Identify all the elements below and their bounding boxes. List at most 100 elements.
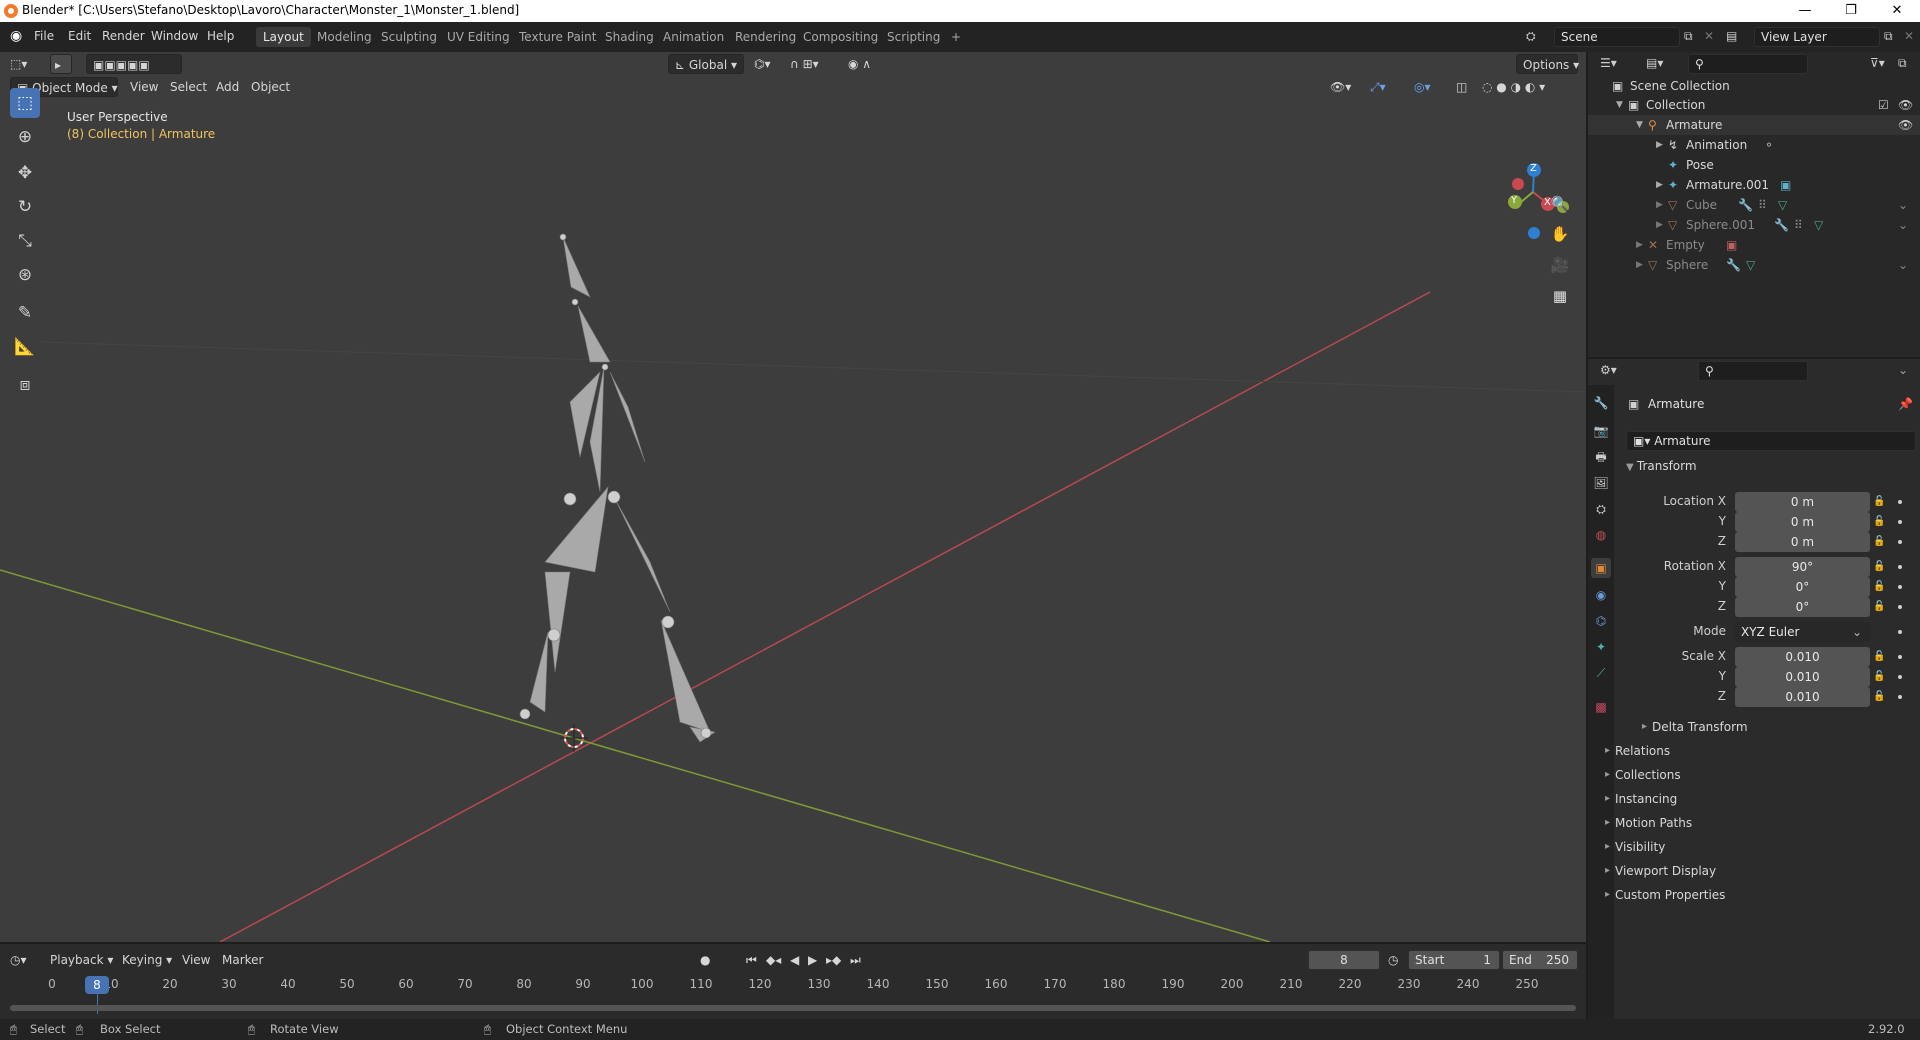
- keyframe-dot-icon[interactable]: [1898, 675, 1902, 679]
- record-keyframe-icon[interactable]: ●: [700, 950, 710, 970]
- eye-icon[interactable]: 👁: [1898, 115, 1913, 135]
- keyframe-dot-icon[interactable]: [1898, 585, 1902, 589]
- expand-arrow-icon[interactable]: ▶: [1636, 255, 1643, 275]
- lock-icon[interactable]: 🔓: [1873, 516, 1885, 528]
- expand-arrow-icon[interactable]: ▶: [1656, 215, 1663, 235]
- tab-compositing[interactable]: Compositing: [796, 27, 885, 47]
- new-view-layer-icon[interactable]: ⧉: [1884, 29, 1893, 44]
- outliner-row-empty[interactable]: ▶ ✕ Empty ▣: [1588, 235, 1920, 255]
- xray-toggle-button[interactable]: ◫: [1456, 77, 1476, 97]
- outliner-row-armature-001[interactable]: ▶ ✦ Armature.001 ▣: [1588, 175, 1920, 195]
- viewport-menu-select[interactable]: Select: [170, 77, 207, 97]
- relations-panel[interactable]: Relations: [1605, 740, 1915, 762]
- motion-paths-panel[interactable]: Motion Paths: [1605, 812, 1915, 834]
- world-tab-icon[interactable]: ◍: [1591, 525, 1611, 545]
- view-layer-tab-icon[interactable]: 🖼: [1591, 473, 1611, 493]
- chevron-down-icon[interactable]: ⌄: [1898, 363, 1908, 377]
- gizmo-toggle-button[interactable]: ⤢▾: [1370, 77, 1404, 97]
- cursor-icon[interactable]: ⊕: [10, 122, 40, 152]
- scale-x-field[interactable]: 0.010: [1735, 647, 1870, 667]
- texture-tab-icon[interactable]: ▩: [1591, 697, 1611, 717]
- delete-scene-icon[interactable]: ✕: [1704, 29, 1714, 43]
- menu-file[interactable]: File: [34, 29, 54, 43]
- bone-tab-icon[interactable]: ⟋: [1591, 663, 1611, 683]
- tab-rendering[interactable]: Rendering: [728, 27, 803, 47]
- expand-arrow-icon[interactable]: ▶: [1656, 195, 1663, 215]
- play-reverse-icon[interactable]: ◀: [790, 950, 799, 970]
- zoom-icon[interactable]: 🔍: [1546, 190, 1574, 218]
- menu-window[interactable]: Window: [151, 29, 198, 43]
- timeline-menu-marker[interactable]: Marker: [222, 950, 263, 970]
- lock-icon[interactable]: 🔓: [1873, 671, 1885, 683]
- scale-y-field[interactable]: 0.010: [1735, 667, 1870, 687]
- visibility-panel[interactable]: Visibility: [1605, 836, 1915, 858]
- scale-icon[interactable]: ⤡: [10, 226, 40, 256]
- move-icon[interactable]: ✥: [10, 158, 40, 188]
- editor-type-button[interactable]: ⬚▾: [10, 54, 40, 74]
- timeline-scrollbar[interactable]: [10, 1005, 1576, 1011]
- custom-properties-panel[interactable]: Custom Properties: [1605, 884, 1915, 906]
- transform-orientation-dropdown[interactable]: ⊾ Global ▾: [668, 54, 744, 74]
- display-mode-icon[interactable]: ▤▾: [1646, 56, 1663, 70]
- jump-end-icon[interactable]: ⏭: [850, 950, 861, 970]
- lock-icon[interactable]: 🔓: [1873, 581, 1885, 593]
- location-z-field[interactable]: 0 m: [1735, 532, 1870, 552]
- rotate-icon[interactable]: ↻: [10, 192, 40, 222]
- viewport-menu-add[interactable]: Add: [216, 77, 239, 97]
- outliner-editor-icon[interactable]: ☰▾: [1600, 56, 1617, 70]
- properties-search-input[interactable]: ⚲: [1698, 361, 1808, 381]
- viewport-display-panel[interactable]: Viewport Display: [1605, 860, 1915, 882]
- delta-transform-subpanel[interactable]: Delta Transform: [1642, 716, 1920, 738]
- delete-view-layer-icon[interactable]: ✕: [1904, 29, 1914, 43]
- expand-arrow-icon[interactable]: ▼: [1616, 95, 1623, 115]
- maximize-button[interactable]: ❐: [1828, 0, 1874, 22]
- chevron-down-icon[interactable]: ⌄: [1898, 255, 1908, 275]
- object-name-field[interactable]: ▣▾ Armature: [1626, 431, 1916, 451]
- tab-uv-editing[interactable]: UV Editing: [440, 27, 517, 47]
- outliner-row-collection[interactable]: ▼ ▣ Collection ☑ 👁: [1588, 95, 1920, 115]
- ortho-grid-icon[interactable]: ▦: [1546, 282, 1574, 310]
- transform-panel-header[interactable]: ▼ Transform: [1626, 459, 1697, 473]
- overlays-toggle-button[interactable]: ◎▾: [1414, 77, 1448, 97]
- viewport-menu-object[interactable]: Object: [251, 77, 290, 97]
- tab-sculpting[interactable]: Sculpting: [374, 27, 444, 47]
- outliner-search-input[interactable]: ⚲: [1688, 54, 1808, 74]
- tab-modeling[interactable]: Modeling: [310, 27, 379, 47]
- new-scene-icon[interactable]: ⧉: [1684, 29, 1693, 44]
- next-keyframe-icon[interactable]: ▸◆: [826, 950, 841, 970]
- keyframe-dot-icon[interactable]: [1898, 540, 1902, 544]
- lock-icon[interactable]: 🔓: [1873, 561, 1885, 573]
- expand-arrow-icon[interactable]: ▶: [1636, 235, 1643, 255]
- timeline-editor-icon[interactable]: ◷▾: [10, 950, 40, 970]
- keyframe-dot-icon[interactable]: [1898, 630, 1902, 634]
- outliner-row-sphere-001[interactable]: ▶ ▽ Sphere.001 🔧 ⠿ ▽ ⌄: [1588, 215, 1920, 235]
- keyframe-dot-icon[interactable]: [1898, 520, 1902, 524]
- camera-view-icon[interactable]: 🎥: [1546, 251, 1574, 279]
- tool-tab-icon[interactable]: 🔧: [1591, 393, 1611, 413]
- physics-tab-icon[interactable]: ⌬: [1591, 611, 1611, 631]
- expand-arrow-icon[interactable]: ▶: [1656, 175, 1663, 195]
- view-layer-selector[interactable]: View Layer: [1754, 27, 1880, 47]
- pan-hand-icon[interactable]: ✋: [1546, 220, 1574, 248]
- prev-keyframe-icon[interactable]: ◆◂: [766, 950, 781, 970]
- armature-data-tab-icon[interactable]: ✦: [1591, 637, 1611, 657]
- output-tab-icon[interactable]: 🖶: [1591, 447, 1611, 467]
- timeline-menu-view[interactable]: View: [182, 950, 210, 970]
- rotation-x-field[interactable]: 90°: [1735, 557, 1870, 577]
- select-box-icon[interactable]: ⬚: [10, 88, 40, 118]
- lock-icon[interactable]: 🔓: [1873, 651, 1885, 663]
- expand-arrow-icon[interactable]: ▼: [1636, 115, 1643, 135]
- location-y-field[interactable]: 0 m: [1735, 512, 1870, 532]
- pivot-point-button[interactable]: ⌬▾: [754, 54, 784, 74]
- location-x-field[interactable]: 0 m: [1735, 492, 1870, 512]
- add-cube-icon[interactable]: ⧈: [10, 370, 40, 400]
- start-frame-field[interactable]: Start 1: [1408, 950, 1500, 970]
- lock-icon[interactable]: 🔓: [1873, 536, 1885, 548]
- play-icon[interactable]: ▶: [808, 950, 817, 970]
- tab-scripting[interactable]: Scripting: [880, 27, 947, 47]
- viewport-3d[interactable]: Z X Y ⬚▾ ▸ ▣▣▣▣▣ ⊾ Global ▾ ⌬▾ ∩ ⊞▾ ◉ ∧ …: [0, 52, 1586, 942]
- scene-selector[interactable]: Scene: [1554, 27, 1680, 47]
- modifier-tab-icon[interactable]: ◉: [1591, 585, 1611, 605]
- render-tab-icon[interactable]: 📷: [1591, 421, 1611, 441]
- playhead-frame-label[interactable]: 8: [85, 976, 109, 994]
